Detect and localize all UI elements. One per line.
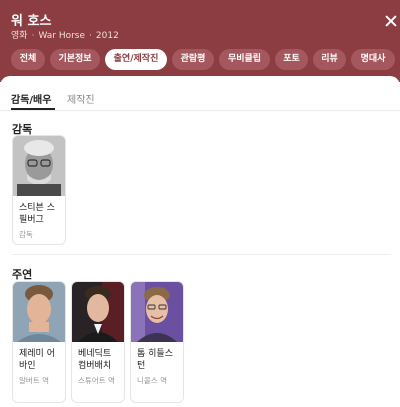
person-name: 톰 히들스턴 — [137, 349, 173, 371]
person-photo — [13, 136, 65, 196]
person-photo — [13, 282, 65, 342]
tab-movie-clips[interactable]: 무비클립 — [219, 49, 270, 70]
section-divider — [11, 254, 391, 255]
person-card-cast[interactable]: 베네딕트 컴버배치 스튜어트 역 — [71, 281, 125, 403]
person-card-cast[interactable]: 제레미 어바인 알버트 역 — [12, 281, 66, 403]
movie-header: 워 호스 영화 · War Horse · 2012 전체 기본정보 출연/제작진 관람… — [0, 0, 400, 82]
person-photo — [131, 282, 183, 342]
person-name: 제레미 어바인 — [19, 349, 55, 371]
section-title-cast: 주연 — [12, 268, 33, 281]
subtab-cast[interactable]: 감독/배우 — [11, 91, 51, 106]
tab-quotes[interactable]: 명대사 — [351, 49, 395, 70]
movie-original-title: War Horse — [38, 31, 86, 41]
person-role: 스튜어트 역 — [78, 376, 115, 385]
movie-meta: 영화 · War Horse · 2012 — [11, 28, 119, 41]
tab-basic-info[interactable]: 기본정보 — [50, 49, 100, 70]
divider — [0, 110, 400, 111]
close-icon[interactable] — [384, 14, 398, 28]
person-photo — [72, 282, 124, 342]
person-role: 감독 — [19, 230, 33, 239]
tab-reviews-rating[interactable]: 관람평 — [172, 49, 214, 70]
meta-separator: · — [31, 31, 35, 41]
subtab-production[interactable]: 제작진 — [67, 91, 95, 106]
tab-cast-crew[interactable]: 출연/제작진 — [105, 49, 167, 70]
person-card-cast[interactable]: 톰 히들스턴 니콜스 역 — [130, 281, 184, 403]
person-name: 스티븐 스필버그 — [19, 203, 55, 225]
person-role: 니콜스 역 — [137, 376, 167, 385]
movie-year: 2012 — [95, 31, 119, 41]
tab-photos[interactable]: 포토 — [275, 49, 308, 70]
person-role: 알버트 역 — [19, 376, 49, 385]
person-name: 베네딕트 컴버배치 — [78, 349, 112, 371]
person-card-director[interactable]: 스티븐 스필버그 감독 — [12, 135, 66, 245]
movie-title: 워 호스 — [11, 14, 52, 29]
tab-reviews[interactable]: 리뷰 — [313, 49, 346, 70]
tab-all[interactable]: 전체 — [11, 49, 45, 70]
meta-separator: · — [89, 31, 92, 41]
movie-category: 영화 — [11, 31, 28, 41]
